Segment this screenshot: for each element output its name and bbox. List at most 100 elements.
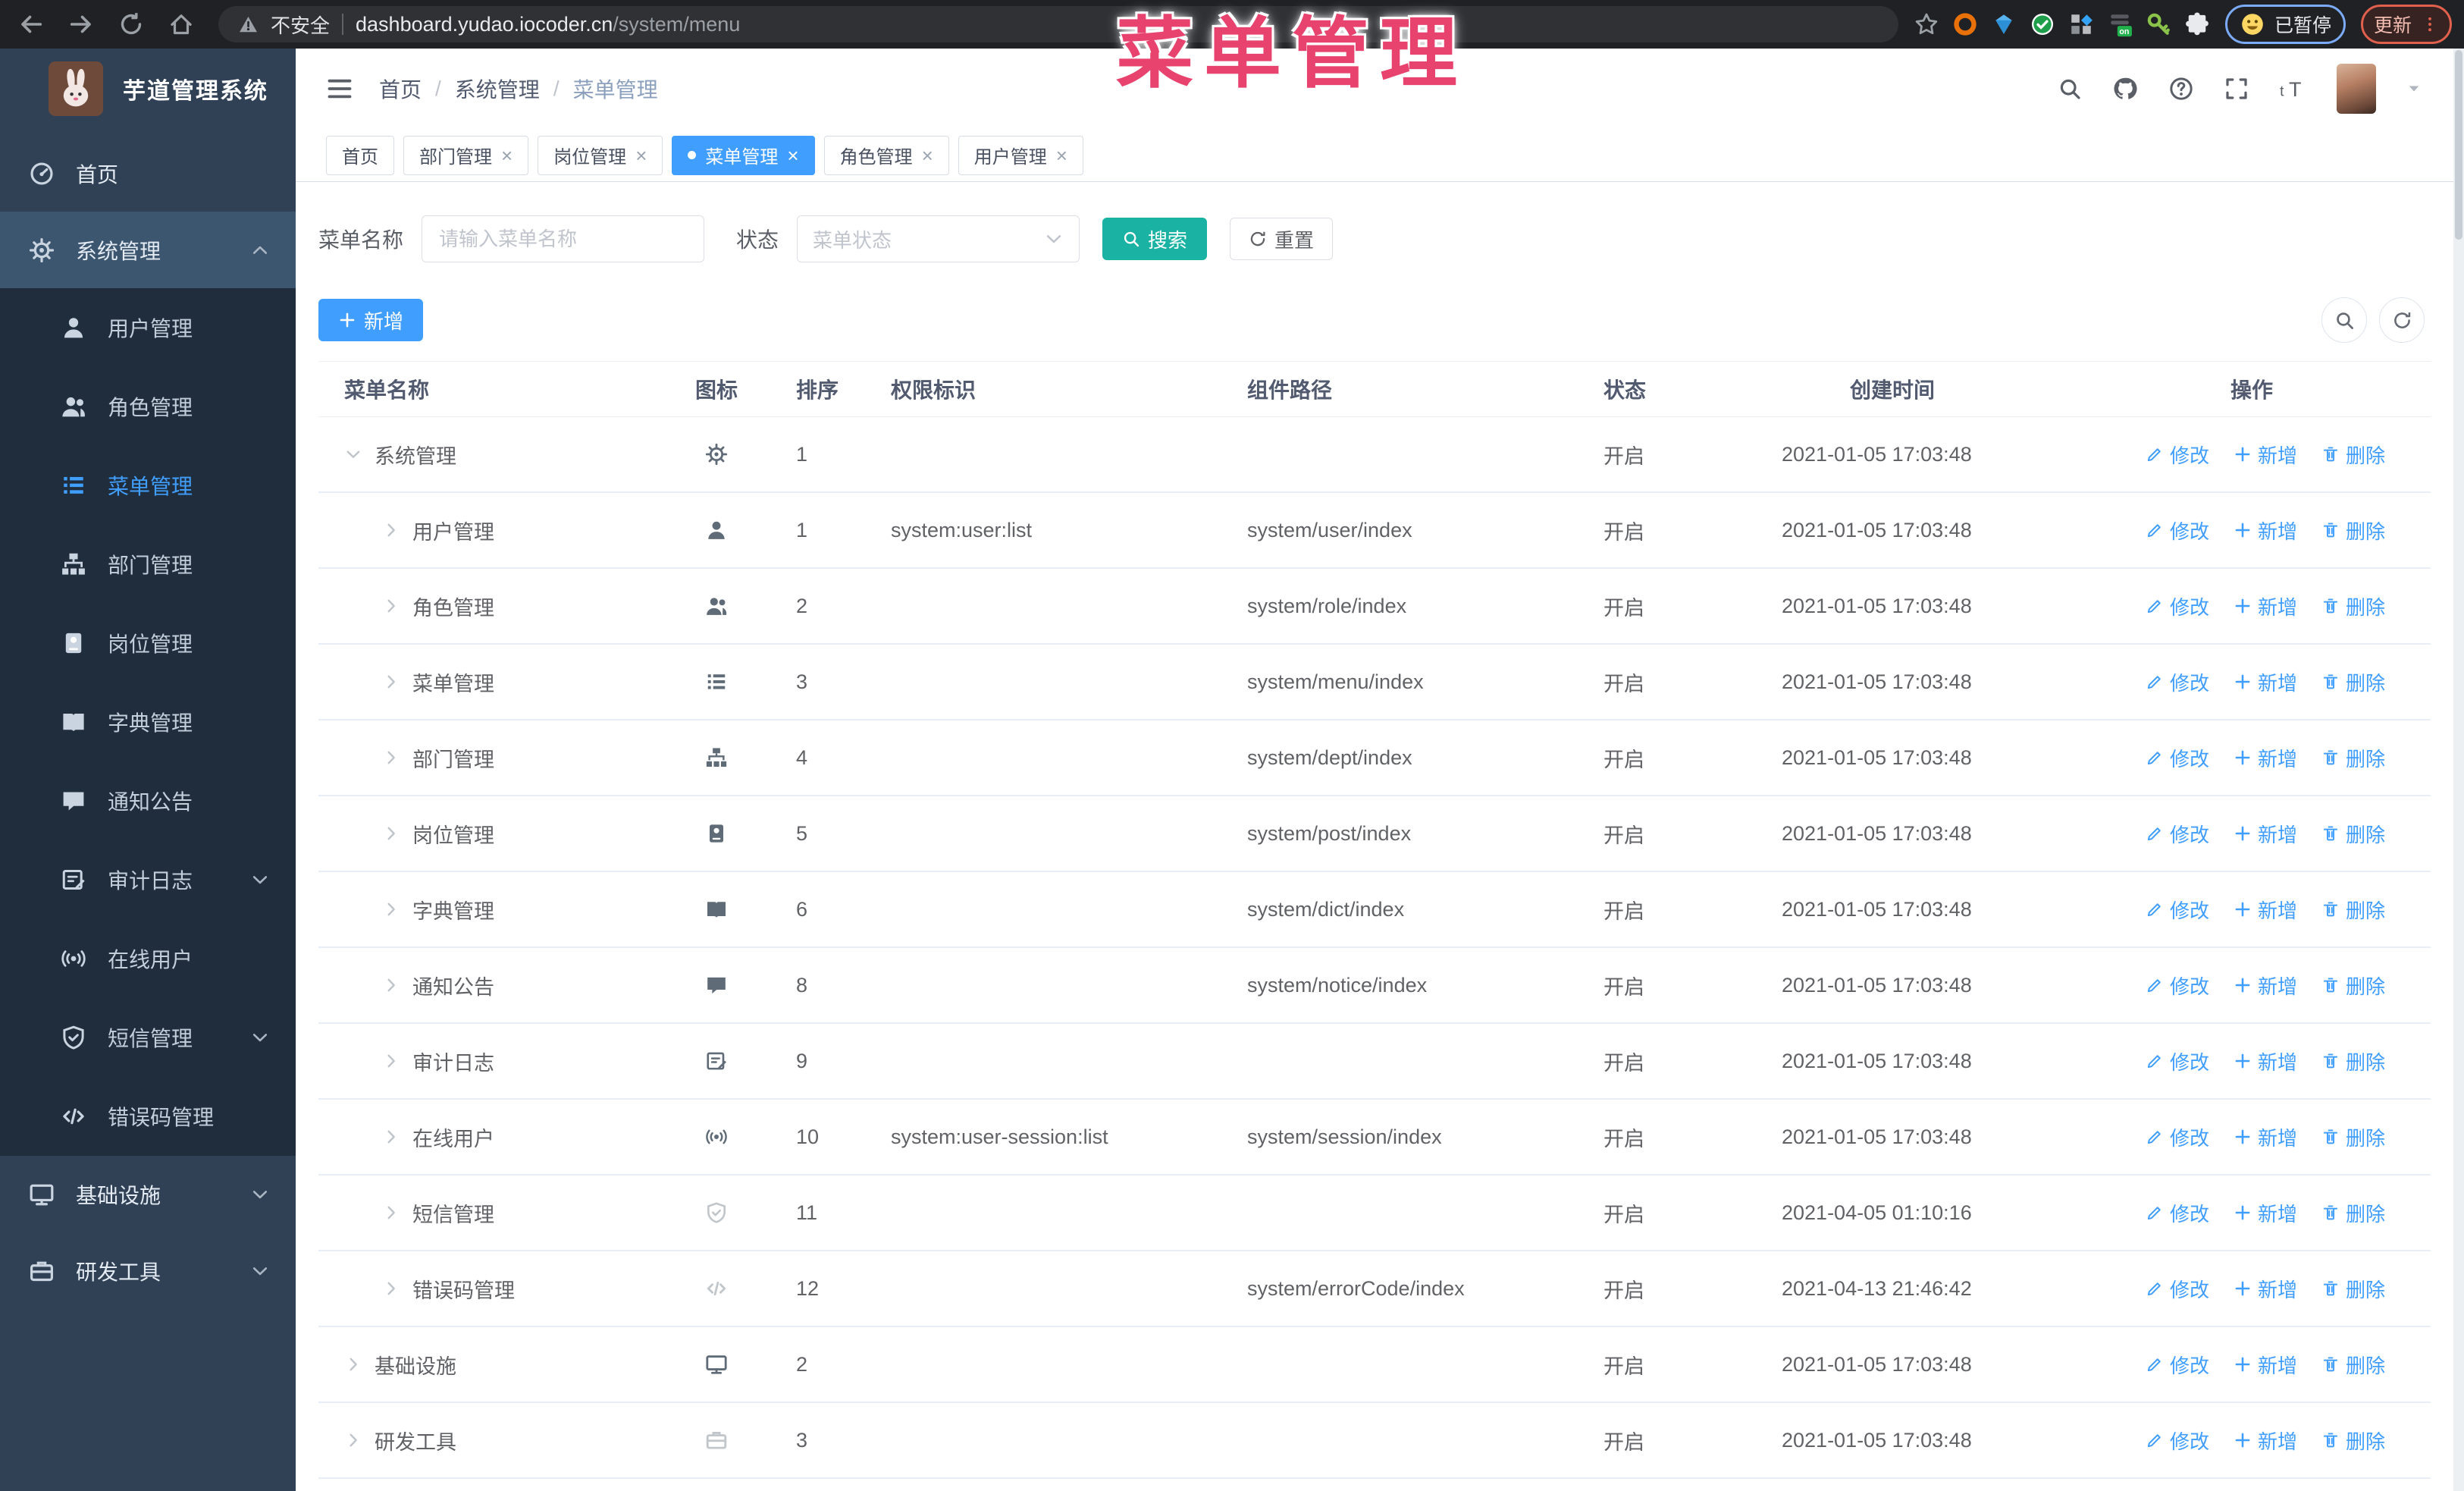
extension-orange-icon[interactable] [1952, 11, 1978, 37]
close-tab-icon[interactable]: × [1056, 146, 1067, 165]
collapse-row-icon[interactable] [344, 445, 362, 463]
scrollbar-thumb[interactable] [2455, 50, 2462, 240]
add-link[interactable]: 新增 [2234, 1275, 2297, 1303]
add-link[interactable]: 新增 [2234, 1123, 2297, 1151]
edit-link[interactable]: 修改 [2146, 1123, 2209, 1151]
expand-row-icon[interactable] [382, 900, 400, 918]
refresh-table-button[interactable] [2379, 297, 2425, 343]
edit-link[interactable]: 修改 [2146, 1275, 2209, 1303]
close-tab-icon[interactable]: × [635, 146, 647, 165]
extension-gem-icon[interactable] [1991, 11, 2017, 37]
bookmark-star-icon[interactable] [1914, 11, 1939, 37]
sidebar-item-0[interactable]: 首页 [0, 135, 296, 212]
extension-key-icon[interactable] [2146, 11, 2171, 37]
add-link[interactable]: 新增 [2234, 592, 2297, 620]
font-size-icon[interactable]: tT [2279, 75, 2306, 102]
breadcrumb-home[interactable]: 首页 [379, 74, 422, 104]
add-link[interactable]: 新增 [2234, 516, 2297, 545]
close-tab-icon[interactable]: × [787, 146, 798, 165]
expand-row-icon[interactable] [382, 521, 400, 539]
github-icon[interactable] [2112, 76, 2138, 102]
add-button[interactable]: 新增 [318, 299, 424, 341]
edit-link[interactable]: 修改 [2146, 820, 2209, 848]
sidebar-item-7[interactable]: 字典管理 [0, 683, 296, 761]
menu-status-select[interactable]: 菜单状态 [797, 215, 1080, 262]
page-scrollbar[interactable] [2453, 49, 2464, 1491]
chrome-menu-dots-icon[interactable] [2421, 15, 2439, 33]
expand-row-icon[interactable] [382, 597, 400, 615]
sidebar-item-12[interactable]: 错误码管理 [0, 1077, 296, 1156]
sidebar-item-14[interactable]: 研发工具 [0, 1232, 296, 1309]
sidebar-item-11[interactable]: 短信管理 [0, 998, 296, 1077]
expand-row-icon[interactable] [382, 976, 400, 994]
help-icon[interactable] [2168, 76, 2194, 102]
tab-0[interactable]: 首页 [326, 135, 394, 175]
toggle-search-button[interactable] [2321, 297, 2367, 343]
extension-on-badge-icon[interactable]: on [2107, 11, 2133, 37]
sidebar-item-3[interactable]: 角色管理 [0, 367, 296, 446]
tab-2[interactable]: 岗位管理 × [538, 135, 663, 175]
add-link[interactable]: 新增 [2234, 441, 2297, 469]
close-tab-icon[interactable]: × [922, 146, 933, 165]
sidebar-item-6[interactable]: 岗位管理 [0, 604, 296, 683]
browser-home-icon[interactable] [168, 11, 194, 37]
edit-link[interactable]: 修改 [2146, 1351, 2209, 1379]
expand-row-icon[interactable] [382, 1204, 400, 1222]
expand-row-icon[interactable] [344, 1355, 362, 1373]
extensions-puzzle-icon[interactable] [2184, 11, 2210, 37]
edit-link[interactable]: 修改 [2146, 668, 2209, 696]
address-bar[interactable]: 不安全 dashboard.yudao.iocoder.cn/system/me… [218, 6, 1898, 42]
search-button[interactable]: 搜索 [1102, 218, 1208, 260]
expand-row-icon[interactable] [382, 1128, 400, 1146]
browser-reload-icon[interactable] [118, 11, 144, 37]
avatar-dropdown-caret-icon[interactable] [2406, 81, 2422, 96]
edit-link[interactable]: 修改 [2146, 744, 2209, 772]
expand-row-icon[interactable] [344, 1431, 362, 1449]
sidebar-item-5[interactable]: 部门管理 [0, 525, 296, 604]
sidebar-item-4[interactable]: 菜单管理 [0, 446, 296, 525]
reset-button[interactable]: 重置 [1230, 218, 1334, 260]
profile-paused-badge[interactable]: 已暂停 [2224, 5, 2346, 44]
edit-link[interactable]: 修改 [2146, 441, 2209, 469]
sidebar-item-13[interactable]: 基础设施 [0, 1156, 296, 1232]
menu-name-input[interactable] [422, 215, 705, 262]
sidebar-toggle-icon[interactable] [326, 75, 353, 102]
edit-link[interactable]: 修改 [2146, 592, 2209, 620]
add-link[interactable]: 新增 [2234, 1427, 2297, 1455]
sidebar-item-1[interactable]: 系统管理 [0, 212, 296, 288]
edit-link[interactable]: 修改 [2146, 972, 2209, 1000]
expand-row-icon[interactable] [382, 1052, 400, 1070]
fullscreen-icon[interactable] [2224, 77, 2249, 101]
tab-3[interactable]: 菜单管理 × [672, 135, 815, 175]
breadcrumb-system[interactable]: 系统管理 [455, 74, 540, 104]
sidebar-item-10[interactable]: 在线用户 [0, 919, 296, 998]
add-link[interactable]: 新增 [2234, 744, 2297, 772]
add-link[interactable]: 新增 [2234, 1199, 2297, 1227]
tab-5[interactable]: 用户管理 × [958, 135, 1083, 175]
header-search-icon[interactable] [2058, 77, 2082, 101]
browser-forward-icon[interactable] [68, 11, 94, 37]
user-avatar[interactable] [2337, 64, 2376, 114]
close-tab-icon[interactable]: × [501, 146, 513, 165]
add-link[interactable]: 新增 [2234, 1351, 2297, 1379]
add-link[interactable]: 新增 [2234, 1047, 2297, 1075]
edit-link[interactable]: 修改 [2146, 1199, 2209, 1227]
browser-back-icon[interactable] [18, 11, 44, 37]
tab-1[interactable]: 部门管理 × [403, 135, 529, 175]
add-link[interactable]: 新增 [2234, 820, 2297, 848]
sidebar-item-9[interactable]: 审计日志 [0, 840, 296, 919]
extension-squares-icon[interactable] [2068, 11, 2094, 37]
expand-row-icon[interactable] [382, 1279, 400, 1298]
app-logo[interactable]: 芋道管理系统 [0, 49, 296, 129]
chrome-update-button[interactable]: 更新 [2360, 5, 2452, 44]
sidebar-item-8[interactable]: 通知公告 [0, 761, 296, 840]
edit-link[interactable]: 修改 [2146, 1047, 2209, 1075]
expand-row-icon[interactable] [382, 673, 400, 691]
edit-link[interactable]: 修改 [2146, 896, 2209, 924]
sidebar-item-2[interactable]: 用户管理 [0, 288, 296, 367]
extension-check-icon[interactable] [2030, 11, 2055, 37]
add-link[interactable]: 新增 [2234, 668, 2297, 696]
add-link[interactable]: 新增 [2234, 972, 2297, 1000]
tab-4[interactable]: 角色管理 × [823, 135, 949, 175]
expand-row-icon[interactable] [382, 824, 400, 843]
